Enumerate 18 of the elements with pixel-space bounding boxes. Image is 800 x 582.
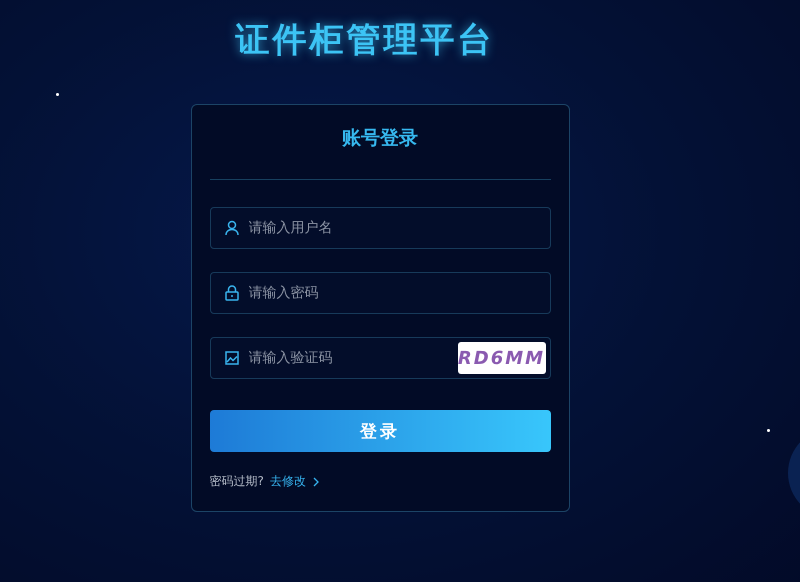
lock-icon: [224, 285, 238, 301]
text-input[interactable]: 请输入验证码: [246, 349, 450, 367]
login-button[interactable]: 登录: [210, 410, 550, 452]
page-title: 证件柜管理平台: [236, 19, 494, 62]
star-dot: [56, 93, 59, 96]
input-field[interactable]: 请输入验证码 RD6MM: [210, 337, 550, 379]
captcha-image[interactable]: RD6MM: [458, 342, 546, 374]
expired-text: 密码过期?: [210, 473, 264, 490]
image-icon: [224, 351, 238, 365]
text-input[interactable]: 请输入密码: [246, 284, 546, 302]
input-field[interactable]: 请输入密码: [210, 272, 550, 314]
input-field[interactable]: 请输入用户名: [210, 207, 550, 249]
chevron-icon: [312, 476, 320, 486]
text-input[interactable]: 请输入用户名: [246, 219, 546, 237]
star-dot: [767, 429, 770, 432]
card-heading: 账号登录: [341, 126, 419, 151]
user-icon: [224, 220, 238, 236]
change-link[interactable]: 去修改: [270, 473, 320, 490]
